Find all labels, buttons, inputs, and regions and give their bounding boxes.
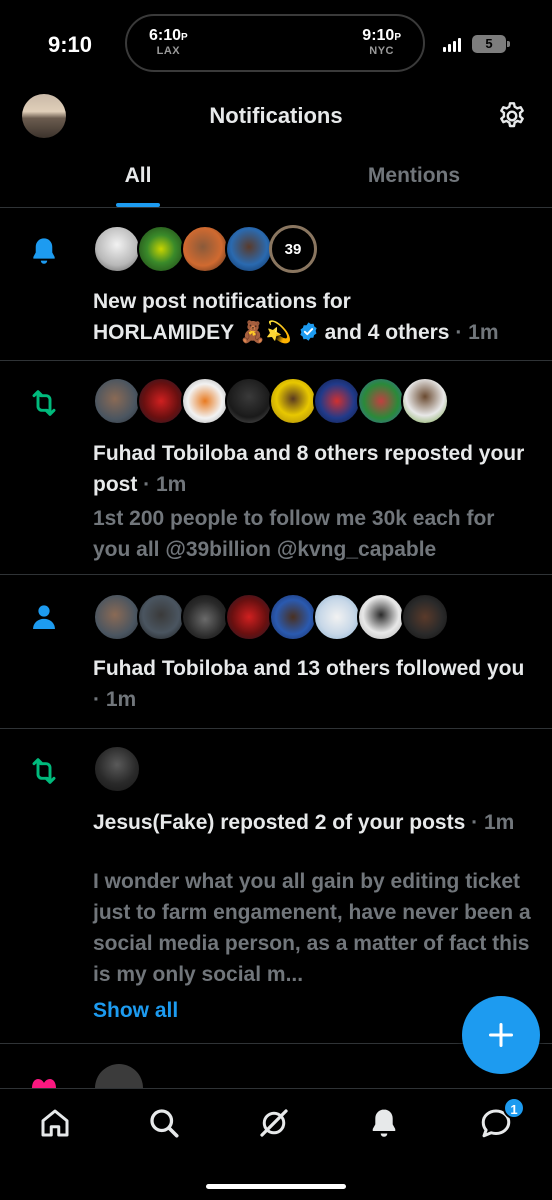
avatar[interactable] [95, 1064, 143, 1088]
avatar[interactable] [357, 377, 405, 425]
tab-mentions-label: Mentions [367, 164, 461, 187]
gear-icon[interactable] [496, 100, 528, 132]
avatar[interactable] [225, 225, 273, 273]
avatar[interactable] [313, 593, 361, 641]
notification-time: · 1m [455, 321, 499, 344]
notification-body: Jesus(Fake) reposted 2 of your posts [93, 811, 466, 834]
avatar-stack [93, 377, 449, 425]
left-clock-city: LAX [156, 45, 181, 57]
post-preview: 1st 200 people to follow me 30k each for… [93, 507, 495, 561]
notification-time: · 1m [143, 473, 187, 496]
dynamic-island: 6:10P LAX 9:10P NYC [125, 14, 425, 72]
notification-new-posts[interactable]: 39 New post notifications for HORLAMIDEY… [0, 209, 552, 361]
notification-account-name: HORLAMIDEY 🧸💫 [93, 321, 292, 344]
tab-active-indicator [116, 203, 160, 207]
avatar[interactable] [93, 377, 141, 425]
plus-icon [488, 1022, 514, 1048]
signal-icon [443, 36, 461, 52]
home-icon[interactable] [37, 1105, 73, 1141]
notification-repost[interactable]: Jesus(Fake) reposted 2 of your posts · 1… [0, 729, 552, 1044]
notification-time: · 1m [93, 688, 137, 711]
avatar[interactable] [93, 225, 141, 273]
battery-nub [507, 41, 510, 47]
avatar[interactable] [269, 593, 317, 641]
avatar[interactable] [225, 377, 273, 425]
avatar[interactable] [93, 593, 141, 641]
header: Notifications [0, 92, 552, 140]
notification-body: Fuhad Tobiloba and 13 others followed yo… [93, 657, 525, 680]
avatar[interactable] [313, 377, 361, 425]
avatar[interactable] [269, 377, 317, 425]
right-clock: 9:10P NYC [362, 28, 401, 57]
show-all-link[interactable]: Show all [93, 999, 178, 1023]
avatar[interactable] [401, 377, 449, 425]
avatar[interactable] [181, 377, 229, 425]
battery-icon: 5 [472, 35, 506, 53]
repost-icon [32, 758, 56, 784]
repost-icon [32, 390, 56, 416]
avatar[interactable] [137, 377, 185, 425]
notification-follow[interactable]: Fuhad Tobiloba and 13 others followed yo… [0, 575, 552, 729]
avatar[interactable] [225, 593, 273, 641]
notification-time: · 1m [471, 811, 515, 834]
avatar[interactable] [181, 225, 229, 273]
notification-text: Fuhad Tobiloba and 8 others reposted you… [93, 438, 536, 500]
notification-text-line1: New post notifications for [93, 290, 351, 313]
right-clock-city: NYC [369, 45, 395, 57]
avatar-stack: 39 [93, 225, 317, 273]
tab-all-label: All [124, 164, 152, 187]
notification-text: Fuhad Tobiloba and 13 others followed yo… [93, 653, 536, 715]
avatar-stack [93, 745, 141, 793]
tab-mentions[interactable]: Mentions [276, 148, 552, 207]
tab-bar: All Mentions [0, 148, 552, 208]
avatar[interactable] [93, 745, 141, 793]
bell-icon [33, 238, 55, 264]
avatar[interactable] [181, 593, 229, 641]
right-clock-time: 9:10 [362, 27, 395, 44]
avatar-count-badge[interactable]: 39 [269, 225, 317, 273]
grok-icon[interactable] [256, 1105, 292, 1141]
left-clock: 6:10P LAX [149, 28, 188, 57]
avatar[interactable] [357, 593, 405, 641]
status-time: 9:10 [48, 32, 93, 57]
left-clock-ampm: P [181, 32, 188, 43]
avatar[interactable] [137, 225, 185, 273]
avatar-stack [93, 593, 449, 641]
page-title: Notifications [209, 103, 343, 128]
status-bar: 9:10 6:10P LAX 9:10P NYC 5 [0, 0, 552, 92]
post-preview: I wonder what you all gain by editing ti… [93, 870, 531, 986]
tab-all[interactable]: All [0, 148, 276, 207]
compose-button[interactable] [462, 996, 540, 1074]
notification-text: Jesus(Fake) reposted 2 of your posts · 1… [93, 807, 536, 838]
right-clock-ampm: P [394, 32, 401, 43]
notification-text: New post notifications for HORLAMIDEY 🧸💫… [93, 286, 536, 348]
avatar[interactable] [137, 593, 185, 641]
avatar[interactable] [401, 593, 449, 641]
home-indicator [206, 1184, 346, 1189]
messages-badge: 1 [503, 1097, 525, 1119]
person-icon [33, 605, 55, 629]
heart-icon [32, 1079, 56, 1088]
search-icon[interactable] [146, 1105, 182, 1141]
verified-badge-icon [300, 322, 317, 341]
left-clock-time: 6:10 [149, 27, 182, 44]
notification-others: and 4 others [324, 321, 450, 344]
notification-repost[interactable]: Fuhad Tobiloba and 8 others reposted you… [0, 361, 552, 575]
notifications-bell-icon[interactable] [366, 1105, 402, 1141]
